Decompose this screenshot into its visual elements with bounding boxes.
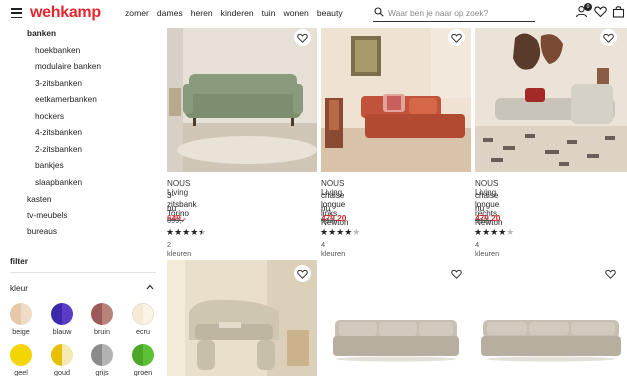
- nav-item-dames[interactable]: dames: [157, 8, 183, 18]
- wishlist-heart-button[interactable]: [448, 29, 465, 46]
- wehkamp-logo[interactable]: wehkamp: [30, 4, 101, 22]
- product-color-count[interactable]: 2 kleuren: [167, 240, 191, 258]
- product-old-price: 699,-: [167, 216, 184, 225]
- rating-stars: ★★★★★: [474, 227, 515, 237]
- product-image[interactable]: [167, 260, 317, 376]
- sidebar-category-bureaus[interactable]: bureaus: [27, 226, 57, 236]
- color-swatch-label: blauw: [52, 327, 72, 336]
- heart-icon: [603, 33, 614, 43]
- nav-item-tuin[interactable]: tuin: [262, 8, 276, 18]
- color-swatch-label: ecru: [136, 327, 150, 336]
- heart-icon: [297, 269, 308, 279]
- heart-icon: [451, 33, 462, 43]
- chevron-up-icon[interactable]: [146, 284, 154, 290]
- product-image[interactable]: [475, 260, 627, 376]
- product-image[interactable]: [321, 28, 471, 172]
- wishlist-heart-button[interactable]: [294, 29, 311, 46]
- sidebar-item-3-zitsbanken[interactable]: 3-zitsbanken: [35, 78, 82, 88]
- heart-icon: [605, 269, 616, 279]
- product-image[interactable]: [475, 28, 627, 172]
- product-old-price: 599,-: [321, 216, 338, 225]
- sidebar-item-hoekbanken[interactable]: hoekbanken: [35, 45, 80, 55]
- sidebar-item-slaapbanken[interactable]: slaapbanken: [35, 177, 82, 187]
- color-swatch-label: groen: [133, 368, 153, 376]
- color-swatch-beige[interactable]: [10, 303, 32, 325]
- account-badge: 0: [584, 3, 592, 11]
- filter-heading: filter: [10, 256, 28, 266]
- nav-item-heren[interactable]: heren: [191, 8, 213, 18]
- color-swatch-groen[interactable]: [132, 344, 154, 366]
- search-icon[interactable]: [374, 7, 384, 17]
- search-bar: [373, 5, 535, 22]
- search-input[interactable]: [388, 7, 533, 19]
- color-swatch-ecru[interactable]: [132, 303, 154, 325]
- color-swatch-blauw[interactable]: [51, 303, 73, 325]
- sidebar-category-kasten[interactable]: kasten: [27, 194, 51, 204]
- heart-icon: [297, 33, 308, 43]
- nav-item-kinderen[interactable]: kinderen: [221, 8, 254, 18]
- main-nav: zomer dames heren kinderen tuin wonen be…: [125, 8, 351, 18]
- filter-divider: [10, 272, 156, 273]
- wishlist-heart-button[interactable]: [294, 265, 311, 282]
- product-color-count[interactable]: 4 kleuren: [321, 240, 345, 258]
- nav-item-wonen[interactable]: wonen: [284, 8, 309, 18]
- color-swatch-bruin[interactable]: [91, 303, 113, 325]
- nav-item-beauty[interactable]: beauty: [317, 8, 343, 18]
- sidebar-item-eetkamerbanken[interactable]: eetkamerbanken: [35, 94, 97, 104]
- product-old-price: 599,-: [475, 216, 492, 225]
- product-image[interactable]: [167, 28, 317, 172]
- sidebar-item-modulaire-banken[interactable]: modulaire banken: [35, 61, 101, 71]
- sidebar-item-bankjes[interactable]: bankjes: [35, 160, 64, 170]
- color-swatch-grijs[interactable]: [91, 344, 113, 366]
- product-image[interactable]: [321, 260, 471, 376]
- wishlist-heart-button[interactable]: [448, 265, 465, 282]
- sidebar: banken hoekbanken modulaire banken 3-zit…: [0, 28, 160, 376]
- color-filter-label[interactable]: kleur: [10, 283, 28, 293]
- color-swatch-label: geel: [14, 368, 28, 376]
- sidebar-category-banken[interactable]: banken: [27, 28, 56, 38]
- color-swatch-geel[interactable]: [10, 344, 32, 366]
- shopping-bag-icon[interactable]: [612, 5, 625, 18]
- price-prefix: nu: [475, 203, 485, 213]
- color-swatch-goud[interactable]: [51, 344, 73, 366]
- sidebar-item-4-zitsbanken[interactable]: 4-zitsbanken: [35, 127, 82, 137]
- menu-icon[interactable]: [11, 8, 22, 18]
- product-color-count[interactable]: 4 kleuren: [475, 240, 499, 258]
- wishlist-heart-button[interactable]: [602, 265, 619, 282]
- color-swatch-label: beige: [12, 327, 30, 336]
- color-swatch-label: bruin: [94, 327, 110, 336]
- color-swatch-label: grijs: [95, 368, 109, 376]
- wishlist-heart-button[interactable]: [600, 29, 617, 46]
- sidebar-category-tv-meubels[interactable]: tv-meubels: [27, 210, 68, 220]
- rating-stars: ★★★★★: [166, 227, 207, 237]
- sidebar-item-2-zitsbanken[interactable]: 2-zitsbanken: [35, 144, 82, 154]
- nav-item-zomer[interactable]: zomer: [125, 8, 149, 18]
- color-swatch-label: goud: [54, 368, 70, 376]
- heart-icon: [451, 269, 462, 279]
- price-prefix: nu: [167, 203, 177, 213]
- wishlist-heart-icon[interactable]: [594, 5, 607, 18]
- price-prefix: nu: [321, 203, 331, 213]
- top-header: wehkamp zomer dames heren kinderen tuin …: [0, 0, 627, 28]
- rating-stars: ★★★★★: [320, 227, 361, 237]
- sidebar-item-hockers[interactable]: hockers: [35, 111, 64, 121]
